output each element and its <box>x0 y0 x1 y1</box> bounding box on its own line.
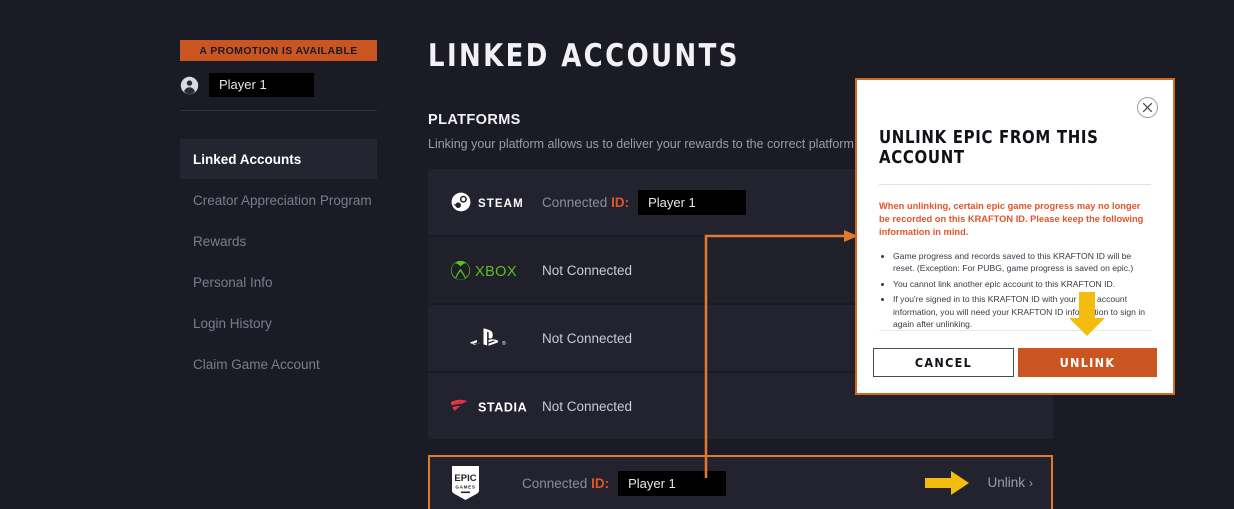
modal-title: UNLINK EPIC FROM THIS ACCOUNT <box>879 128 1137 168</box>
sidebar-item-label: Creator Appreciation Program <box>193 193 372 208</box>
stadia-logo-icon: STADIA <box>450 396 542 416</box>
page-title: LINKED ACCOUNTS <box>428 38 1009 74</box>
svg-text:STADIA: STADIA <box>478 401 527 415</box>
modal-actions: CANCEL UNLINK <box>873 348 1157 377</box>
steam-id-field[interactable]: Player 1 <box>638 190 746 215</box>
unlink-cta[interactable]: Unlink › <box>925 457 1033 509</box>
divider <box>879 184 1151 185</box>
player-name-field[interactable]: Player 1 <box>209 73 314 97</box>
list-item: You cannot link another epic account to … <box>893 278 1151 290</box>
sidebar-item-linked-accounts[interactable]: Linked Accounts <box>180 139 377 179</box>
unlink-button[interactable]: UNLINK <box>1018 348 1157 377</box>
sidebar-item-label: Login History <box>193 316 272 331</box>
status-text: Not Connected <box>542 331 632 346</box>
sidebar-nav: Linked Accounts Creator Appreciation Pro… <box>180 139 377 384</box>
svg-text:GAMES: GAMES <box>455 485 475 490</box>
svg-text:XBOX: XBOX <box>475 264 517 280</box>
svg-text:®: ® <box>502 340 506 347</box>
list-item: If you're signed in to this KRAFTON ID w… <box>893 293 1151 330</box>
status-text: Not Connected <box>542 263 632 278</box>
profile-row: Player 1 <box>180 73 377 111</box>
cancel-button[interactable]: CANCEL <box>873 348 1014 377</box>
playstation-logo-icon: ® <box>450 326 542 350</box>
connected-label: Connected ID: <box>542 195 629 210</box>
yellow-down-arrow-icon <box>1063 292 1111 338</box>
yellow-right-arrow-icon <box>925 468 971 498</box>
unlink-confirmation-modal: UNLINK EPIC FROM THIS ACCOUNT When unlin… <box>855 78 1175 395</box>
connected-id-accent: ID: <box>611 195 629 210</box>
connected-word: Connected <box>522 476 591 491</box>
sidebar-item-login-history[interactable]: Login History <box>180 303 377 343</box>
account-circle-icon <box>180 76 199 95</box>
promotion-banner[interactable]: A PROMOTION IS AVAILABLE <box>180 40 377 61</box>
epic-id-field[interactable]: Player 1 <box>618 471 726 496</box>
modal-warning-text: When unlinking, certain epic game progre… <box>879 200 1151 239</box>
sidebar-item-claim-game-account[interactable]: Claim Game Account <box>180 344 377 384</box>
close-icon[interactable] <box>1137 97 1158 118</box>
xbox-logo-icon: XBOX <box>450 260 542 281</box>
svg-text:EPIC: EPIC <box>454 473 476 484</box>
app-root: A PROMOTION IS AVAILABLE Player 1 Linked… <box>0 0 1234 509</box>
sidebar: A PROMOTION IS AVAILABLE Player 1 Linked… <box>180 40 377 385</box>
connected-word: Connected <box>542 195 611 210</box>
connected-label: Connected ID: <box>522 476 609 491</box>
chevron-right-icon: › <box>1029 476 1033 490</box>
modal-bullet-list: Game progress and records saved to this … <box>893 250 1151 330</box>
sidebar-item-label: Rewards <box>193 234 246 249</box>
sidebar-item-creator-appreciation-program[interactable]: Creator Appreciation Program <box>180 180 377 220</box>
status-text: Not Connected <box>542 399 632 414</box>
sidebar-item-label: Personal Info <box>193 275 273 290</box>
epic-games-logo-icon: EPIC GAMES <box>450 465 522 501</box>
list-item: Game progress and records saved to this … <box>893 250 1151 275</box>
steam-logo-icon: STEAM <box>450 192 542 212</box>
sidebar-item-label: Linked Accounts <box>193 152 301 167</box>
sidebar-item-personal-info[interactable]: Personal Info <box>180 262 377 302</box>
sidebar-item-rewards[interactable]: Rewards <box>180 221 377 261</box>
unlink-link-label: Unlink <box>987 475 1025 490</box>
epic-games-row[interactable]: EPIC GAMES Connected ID: Player 1 Unlink… <box>428 455 1053 509</box>
svg-text:STEAM: STEAM <box>478 198 524 210</box>
sidebar-item-label: Claim Game Account <box>193 357 320 372</box>
unlink-link[interactable]: Unlink › <box>987 474 1033 492</box>
connected-id-accent: ID: <box>591 476 609 491</box>
